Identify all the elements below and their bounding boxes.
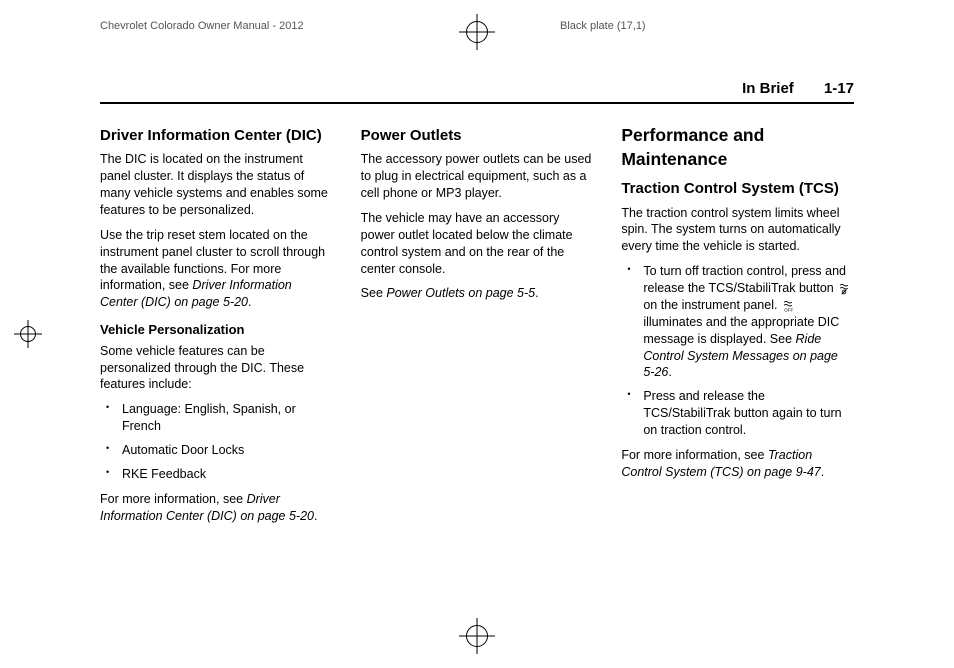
page-content: Driver Information Center (DIC) The DIC … <box>100 124 854 533</box>
heading-power-outlets: Power Outlets <box>361 126 594 146</box>
heading-performance-maintenance: Performance and Maintenance <box>621 124 854 171</box>
column-2: Power Outlets The accessory power outlet… <box>361 124 594 533</box>
crop-mark-bottom <box>463 622 491 650</box>
heading-tcs: Traction Control System (TCS) <box>621 179 854 199</box>
body-text: The DIC is located on the instrument pan… <box>100 151 333 219</box>
heading-vehicle-personalization: Vehicle Personalization <box>100 321 333 339</box>
list-item: To turn off traction control, press and … <box>621 263 854 381</box>
body-text: Some vehicle features can be personalize… <box>100 343 333 394</box>
cross-ref: Power Outlets on page 5‑5 <box>386 286 535 300</box>
body-text: The vehicle may have an accessory power … <box>361 210 594 278</box>
column-3: Performance and Maintenance Traction Con… <box>621 124 854 533</box>
page-number: 1-17 <box>824 80 854 97</box>
stabilitrak-indicator-icon: OFF <box>782 300 794 312</box>
list-item: Press and release the TCS/StabiliTrak bu… <box>621 388 854 439</box>
body-text: Use the trip reset stem located on the i… <box>100 227 333 311</box>
bullet-list: Language: English, Spanish, or French Au… <box>100 401 333 483</box>
heading-dic: Driver Information Center (DIC) <box>100 126 333 146</box>
body-text: See Power Outlets on page 5‑5. <box>361 285 594 302</box>
header-rule <box>100 102 854 104</box>
plate-info: Black plate (17,1) <box>560 20 646 32</box>
svg-text:OFF: OFF <box>784 307 793 312</box>
section-name: In Brief <box>742 80 794 97</box>
column-1: Driver Information Center (DIC) The DIC … <box>100 124 333 533</box>
bullet-list: To turn off traction control, press and … <box>621 263 854 439</box>
list-item: Automatic Door Locks <box>100 442 333 459</box>
list-item: RKE Feedback <box>100 466 333 483</box>
manual-title: Chevrolet Colorado Owner Manual - 2012 <box>100 20 304 32</box>
list-item: Language: English, Spanish, or French <box>100 401 333 435</box>
body-text: The accessory power outlets can be used … <box>361 151 594 202</box>
body-text: The traction control system limits wheel… <box>621 205 854 256</box>
page-header: In Brief 1-17 <box>742 80 854 97</box>
crop-mark-top <box>463 18 491 46</box>
body-text: For more information, see Driver Informa… <box>100 491 333 525</box>
stabilitrak-button-icon <box>838 283 850 295</box>
body-text: For more information, see Traction Contr… <box>621 447 854 481</box>
crop-mark-left <box>18 324 38 344</box>
